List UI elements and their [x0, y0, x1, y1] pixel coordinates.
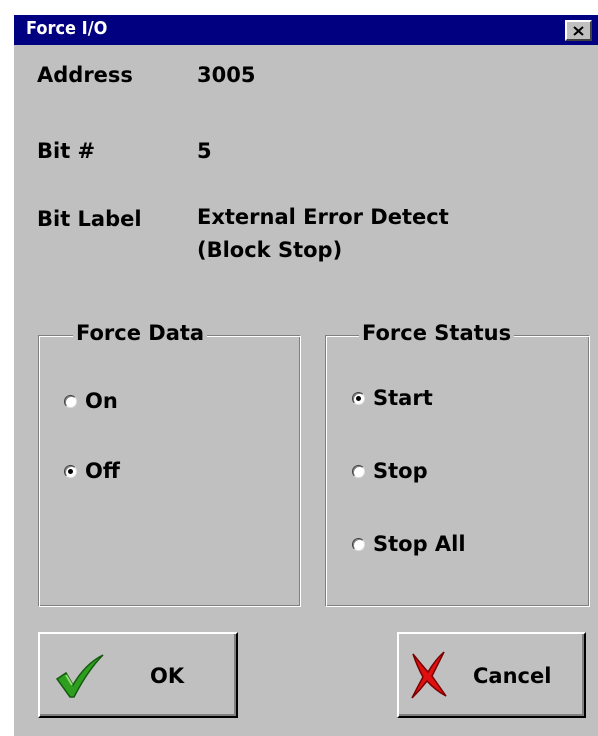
force-status-group: Force Status Start Stop Stop All: [325, 321, 590, 607]
force-data-on-radio[interactable]: On: [64, 389, 118, 413]
ok-button[interactable]: OK: [38, 632, 238, 718]
radio-label: Stop: [373, 459, 428, 483]
bit-label-value-line2: (Block Stop): [197, 238, 343, 262]
radio-label: Off: [85, 459, 120, 483]
title-bar[interactable]: Force I/O: [14, 15, 598, 45]
window-title: Force I/O: [26, 18, 108, 39]
ok-label: OK: [150, 664, 185, 688]
force-status-stop-radio[interactable]: Stop: [352, 459, 428, 483]
radio-button-icon: [352, 464, 365, 478]
cancel-button[interactable]: Cancel: [397, 632, 586, 718]
radio-button-icon: [64, 394, 77, 408]
bit-label-value-line1: External Error Detect: [197, 205, 449, 229]
cancel-label: Cancel: [473, 664, 552, 688]
force-io-dialog: Force I/O Address 3005 Bit # 5 Bit Label…: [12, 13, 598, 736]
force-data-legend: Force Data: [73, 321, 208, 345]
force-data-off-radio[interactable]: Off: [64, 459, 120, 483]
radio-label: Stop All: [373, 532, 466, 556]
bit-label-label: Bit Label: [37, 207, 142, 231]
force-status-stop-all-radio[interactable]: Stop All: [352, 532, 466, 556]
x-icon: [411, 651, 447, 699]
radio-label: On: [85, 389, 118, 413]
radio-button-icon: [64, 464, 77, 478]
address-label: Address: [37, 63, 133, 87]
radio-button-icon: [352, 537, 365, 551]
force-status-start-radio[interactable]: Start: [352, 386, 433, 410]
bit-label-value: External Error Detect (Block Stop): [197, 201, 449, 267]
bit-number-value: 5: [197, 139, 212, 163]
address-value: 3005: [197, 63, 256, 87]
radio-button-icon: [352, 391, 365, 405]
close-button[interactable]: [565, 20, 592, 41]
close-icon: [573, 25, 584, 36]
force-status-legend: Force Status: [359, 321, 515, 345]
force-data-group: Force Data On Off: [38, 321, 301, 607]
bit-number-label: Bit #: [37, 139, 96, 163]
radio-label: Start: [373, 386, 433, 410]
checkmark-icon: [55, 654, 104, 698]
